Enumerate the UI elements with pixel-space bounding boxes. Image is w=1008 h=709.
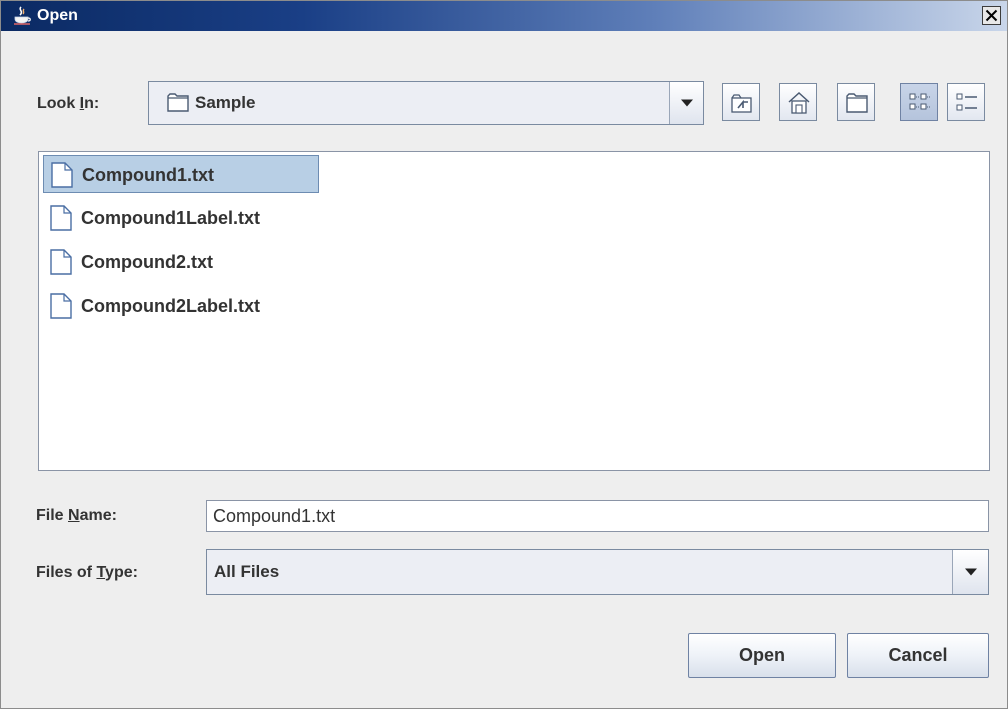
new-folder-icon <box>846 93 868 113</box>
window-title: Open <box>37 7 78 24</box>
file-type-value: All Files <box>214 562 280 581</box>
look-in-value: Sample <box>195 93 256 112</box>
close-button[interactable] <box>982 6 1001 25</box>
details-view-button[interactable] <box>947 83 985 121</box>
file-name-input[interactable] <box>206 500 989 532</box>
file-type-combo[interactable]: All Files <box>206 549 989 595</box>
list-view-button[interactable] <box>900 83 938 121</box>
file-item-compound1[interactable]: Compound1.txt <box>43 155 319 193</box>
chevron-down-icon <box>680 99 693 107</box>
file-name: Compound1.txt <box>82 165 214 185</box>
file-type-dropdown-button[interactable] <box>952 550 988 594</box>
home-button[interactable] <box>779 83 817 121</box>
look-in-dropdown-button[interactable] <box>669 82 703 124</box>
look-in-combo[interactable]: Sample <box>148 81 704 125</box>
close-icon <box>985 9 998 22</box>
file-name: Compound1Label.txt <box>81 208 260 228</box>
details-view-icon <box>956 93 977 111</box>
list-view-icon <box>909 93 930 110</box>
up-folder-icon <box>731 94 752 113</box>
home-icon <box>788 91 810 114</box>
title-bar[interactable]: Open <box>1 1 1007 31</box>
up-one-level-button[interactable] <box>722 83 760 121</box>
chevron-down-icon <box>964 568 977 576</box>
cancel-button[interactable]: Cancel <box>847 633 989 678</box>
file-icon <box>50 205 72 231</box>
file-item-compound2[interactable]: Compound2.txt <box>43 243 319 281</box>
file-item-compound1label[interactable]: Compound1Label.txt <box>43 199 343 237</box>
file-item-compound2label[interactable]: Compound2Label.txt <box>43 287 343 325</box>
folder-icon <box>167 93 189 112</box>
file-name-label: File Name: <box>36 507 117 524</box>
file-type-label: Files of Type: <box>36 564 138 581</box>
file-icon <box>50 293 72 319</box>
file-icon <box>50 249 72 275</box>
open-button[interactable]: Open <box>688 633 836 678</box>
file-name: Compound2Label.txt <box>81 296 260 316</box>
open-dialog: Open Look In: Sample Compound1.txt Compo… <box>0 0 1008 709</box>
java-icon <box>12 6 32 26</box>
file-name: Compound2.txt <box>81 252 213 272</box>
file-list[interactable]: Compound1.txt Compound1Label.txt Compoun… <box>38 151 990 471</box>
create-new-folder-button[interactable] <box>837 83 875 121</box>
file-icon <box>51 162 73 188</box>
look-in-label: Look In: <box>37 95 100 112</box>
